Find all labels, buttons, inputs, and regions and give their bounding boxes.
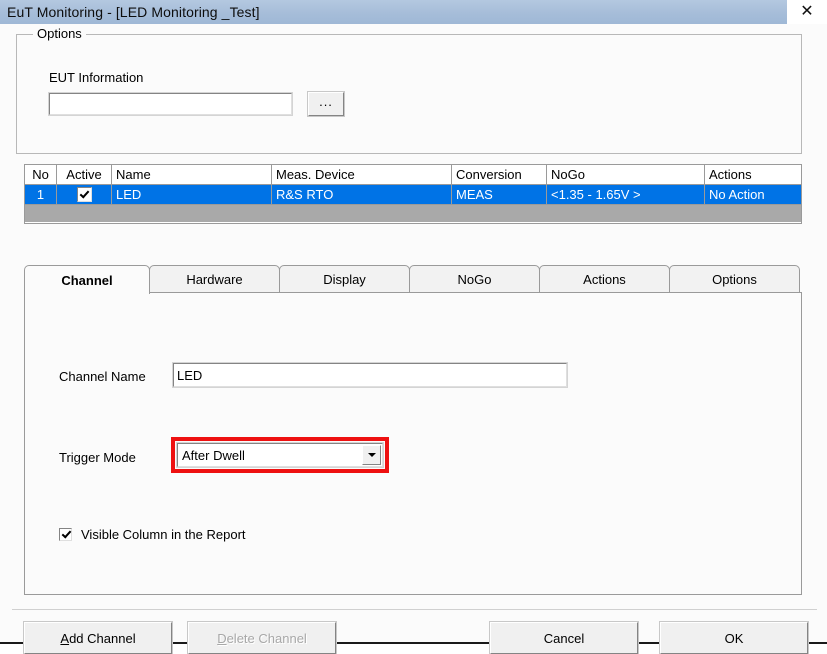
grid-empty-row bbox=[25, 205, 801, 222]
add-channel-accel: A bbox=[60, 630, 70, 646]
cancel-button[interactable]: Cancel bbox=[489, 621, 639, 654]
ok-button[interactable]: OK bbox=[659, 621, 809, 654]
grid-header-active: Active bbox=[57, 165, 112, 184]
window-title: EuT Monitoring - [LED Monitoring _Test] bbox=[7, 4, 260, 20]
tab-options[interactable]: Options bbox=[669, 265, 800, 293]
chevron-down-icon[interactable] bbox=[362, 445, 381, 465]
table-row[interactable]: 1 LED R&S RTO MEAS <1.35 - 1.65V > No Ac… bbox=[25, 185, 801, 205]
options-groupbox-legend: Options bbox=[33, 26, 86, 41]
visible-column-checkbox[interactable] bbox=[59, 528, 72, 541]
tab-body-channel: Channel Name Trigger Mode After Dwell Vi… bbox=[24, 292, 802, 595]
tab-hardware[interactable]: Hardware bbox=[149, 265, 280, 293]
dialog-client-area: Options EUT Information ... No Active Na… bbox=[0, 24, 827, 654]
delete-channel-accel: D bbox=[217, 630, 227, 646]
visible-column-checkbox-row[interactable]: Visible Column in the Report bbox=[59, 527, 246, 542]
tab-nogo[interactable]: NoGo bbox=[409, 265, 540, 293]
tab-control: Channel Hardware Display NoGo Actions Op… bbox=[24, 265, 802, 595]
tab-strip: Channel Hardware Display NoGo Actions Op… bbox=[24, 265, 802, 294]
title-bar: EuT Monitoring - [LED Monitoring _Test] … bbox=[0, 0, 827, 24]
bottom-separator bbox=[12, 609, 817, 610]
grid-cell-no: 1 bbox=[25, 185, 57, 204]
grid-cell-active[interactable] bbox=[57, 185, 112, 204]
channel-name-label: Channel Name bbox=[59, 369, 146, 384]
close-icon[interactable]: ✕ bbox=[787, 0, 827, 24]
grid-header-name: Name bbox=[112, 165, 272, 184]
grid-cell-name: LED bbox=[112, 185, 272, 204]
grid-cell-actions: No Action bbox=[709, 187, 765, 202]
channel-grid[interactable]: No Active Name Meas. Device Conversion N… bbox=[24, 164, 802, 224]
grid-header-device: Meas. Device bbox=[272, 165, 452, 184]
grid-header-nogo: NoGo bbox=[547, 165, 705, 184]
add-channel-label: dd Channel bbox=[69, 630, 136, 646]
grid-header-conversion: Conversion bbox=[452, 165, 547, 184]
grid-header-no: No bbox=[25, 165, 57, 184]
grid-cell-device: R&S RTO bbox=[272, 185, 452, 204]
tab-actions[interactable]: Actions bbox=[539, 265, 670, 293]
tab-display[interactable]: Display bbox=[279, 265, 410, 293]
trigger-mode-select[interactable]: After Dwell bbox=[176, 442, 384, 468]
delete-channel-label: elete Channel bbox=[226, 630, 307, 646]
eut-monitoring-dialog: EuT Monitoring - [LED Monitoring _Test] … bbox=[0, 0, 827, 654]
options-groupbox: Options EUT Information ... bbox=[16, 26, 802, 154]
checkbox-icon[interactable] bbox=[76, 187, 92, 203]
grid-empty-cell bbox=[25, 205, 33, 222]
visible-column-label: Visible Column in the Report bbox=[81, 527, 246, 542]
channel-name-input[interactable] bbox=[172, 362, 568, 388]
grid-cell-nogo: <1.35 - 1.65V > bbox=[547, 185, 705, 204]
eut-information-browse-button[interactable]: ... bbox=[307, 91, 345, 117]
trigger-mode-label: Trigger Mode bbox=[59, 450, 136, 465]
add-channel-button[interactable]: Add Channel bbox=[23, 621, 173, 654]
grid-cell-conversion: MEAS bbox=[452, 185, 547, 204]
grid-header-row: No Active Name Meas. Device Conversion N… bbox=[25, 165, 801, 185]
eut-information-label: EUT Information bbox=[49, 70, 144, 85]
tab-channel[interactable]: Channel bbox=[24, 265, 150, 294]
eut-information-input[interactable] bbox=[48, 92, 293, 116]
delete-channel-button: Delete Channel bbox=[187, 621, 337, 654]
trigger-mode-value: After Dwell bbox=[182, 447, 245, 463]
grid-header-actions: Actions bbox=[709, 167, 752, 182]
